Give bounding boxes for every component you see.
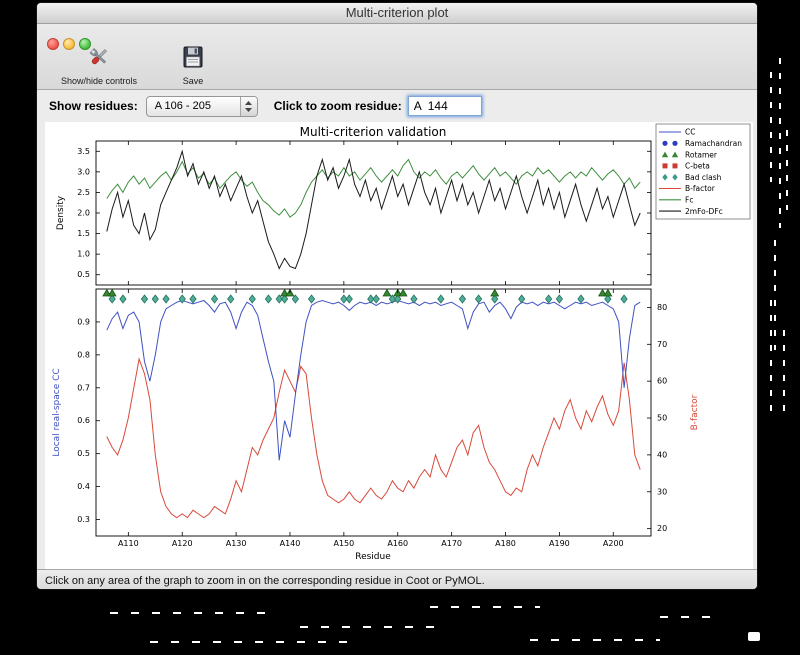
multi-criterion-plot-window: Multi-criterion plot Show/hide controls … <box>36 2 758 590</box>
svg-text:0.9: 0.9 <box>77 317 90 326</box>
residue-range-select[interactable]: A 106 - 205 <box>145 95 258 117</box>
svg-text:40: 40 <box>657 450 667 459</box>
residue-range-value: A 106 - 205 <box>154 100 211 112</box>
zoom-residue-input[interactable] <box>407 96 482 116</box>
svg-text:0.8: 0.8 <box>77 350 90 359</box>
bottom-plot: 0.3 0.4 0.5 0.6 0.7 0.8 0.9 20 30 40 50 60 70 80 A110 A… <box>52 288 700 562</box>
save-icon <box>181 45 205 74</box>
zoom-residue-label: Click to zoom residue: <box>273 99 402 113</box>
screen-artifact <box>660 616 710 618</box>
screen-artifact <box>110 612 270 614</box>
svg-text:0.5: 0.5 <box>77 449 90 458</box>
svg-text:2.5: 2.5 <box>77 188 90 197</box>
svg-text:Bad clash: Bad clash <box>685 173 722 182</box>
validation-plot[interactable]: Multi-criterion validation 0.5 1.0 1.5 2.0 2.… <box>45 122 753 569</box>
plot-legend: CC Ramachandran Rotamer C-beta Bad clash B-fa… <box>655 123 751 220</box>
screen-artifact <box>779 58 781 228</box>
svg-text:0.6: 0.6 <box>77 416 90 425</box>
figure-title: Multi-criterion validation <box>300 125 447 139</box>
svg-text:1.5: 1.5 <box>77 229 90 238</box>
show-hide-controls-label: Show/hide controls <box>60 76 138 86</box>
svg-text:2mFo-DFc: 2mFo-DFc <box>685 207 723 216</box>
plot-panel[interactable]: Multi-criterion validation 0.5 1.0 1.5 2.0 2.… <box>45 122 753 569</box>
stepper-arrows-icon <box>239 96 257 116</box>
show-residues-label: Show residues: <box>49 99 138 113</box>
svg-text:0.3: 0.3 <box>77 515 90 524</box>
svg-text:A150: A150 <box>333 539 354 548</box>
show-hide-controls-button[interactable]: Show/hide controls <box>43 28 155 86</box>
controls-bar: Show residues: A 106 - 205 Click to zoom… <box>37 90 757 122</box>
screen-artifact <box>430 606 540 608</box>
svg-text:C-beta: C-beta <box>685 162 710 171</box>
tools-icon <box>87 45 111 74</box>
svg-text:A200: A200 <box>603 539 624 548</box>
screen-artifact <box>748 632 760 641</box>
density-axis-label: Density <box>56 195 66 230</box>
svg-text:2.0: 2.0 <box>77 209 90 218</box>
svg-text:CC: CC <box>685 128 695 137</box>
svg-text:B-factor: B-factor <box>685 184 716 193</box>
window-title: Multi-criterion plot <box>345 5 449 20</box>
svg-text:A160: A160 <box>387 539 408 548</box>
svg-text:A190: A190 <box>549 539 570 548</box>
svg-text:0.5: 0.5 <box>77 270 90 279</box>
svg-text:0.7: 0.7 <box>77 383 90 392</box>
svg-text:A140: A140 <box>280 539 301 548</box>
svg-text:1.0: 1.0 <box>77 250 90 259</box>
status-text: Click on any area of the graph to zoom i… <box>45 574 485 587</box>
status-bar: Click on any area of the graph to zoom i… <box>37 569 757 589</box>
top-plot: 0.5 1.0 1.5 2.0 2.5 3.0 3.5 Density <box>56 140 652 286</box>
svg-text:Fc: Fc <box>685 196 693 205</box>
screen-artifact <box>783 330 785 420</box>
save-label: Save <box>182 76 204 86</box>
residue-axis-label: Residue <box>355 552 391 562</box>
svg-text:50: 50 <box>657 414 667 423</box>
save-button[interactable]: Save <box>163 28 223 86</box>
svg-text:A170: A170 <box>441 539 462 548</box>
title-bar[interactable]: Multi-criterion plot <box>37 3 757 24</box>
svg-text:A180: A180 <box>495 539 516 548</box>
svg-text:70: 70 <box>657 340 667 349</box>
svg-text:Ramachandran: Ramachandran <box>685 139 742 148</box>
svg-text:A120: A120 <box>172 539 193 548</box>
svg-text:20: 20 <box>657 524 667 533</box>
svg-text:80: 80 <box>657 303 667 312</box>
svg-text:60: 60 <box>657 377 667 386</box>
svg-text:Rotamer: Rotamer <box>685 150 718 159</box>
screen-artifact <box>786 130 788 210</box>
screen-artifact <box>770 300 772 420</box>
desktop-background: Multi-criterion plot Show/hide controls … <box>0 0 800 655</box>
screen-artifact <box>530 639 660 641</box>
screen-artifact <box>770 72 772 182</box>
svg-text:A110: A110 <box>118 539 139 548</box>
svg-text:A130: A130 <box>226 539 247 548</box>
cc-axis-label: Local real-space CC <box>52 368 62 456</box>
svg-text:30: 30 <box>657 487 667 496</box>
bfactor-axis-label: B-factor <box>690 394 700 430</box>
toolbar: Show/hide controls Save <box>37 24 757 90</box>
svg-text:0.4: 0.4 <box>77 482 90 491</box>
svg-text:3.0: 3.0 <box>77 167 90 176</box>
screen-artifact <box>150 641 350 643</box>
screen-artifact <box>774 240 776 350</box>
screen-artifact <box>300 626 440 628</box>
svg-text:3.5: 3.5 <box>77 147 90 156</box>
